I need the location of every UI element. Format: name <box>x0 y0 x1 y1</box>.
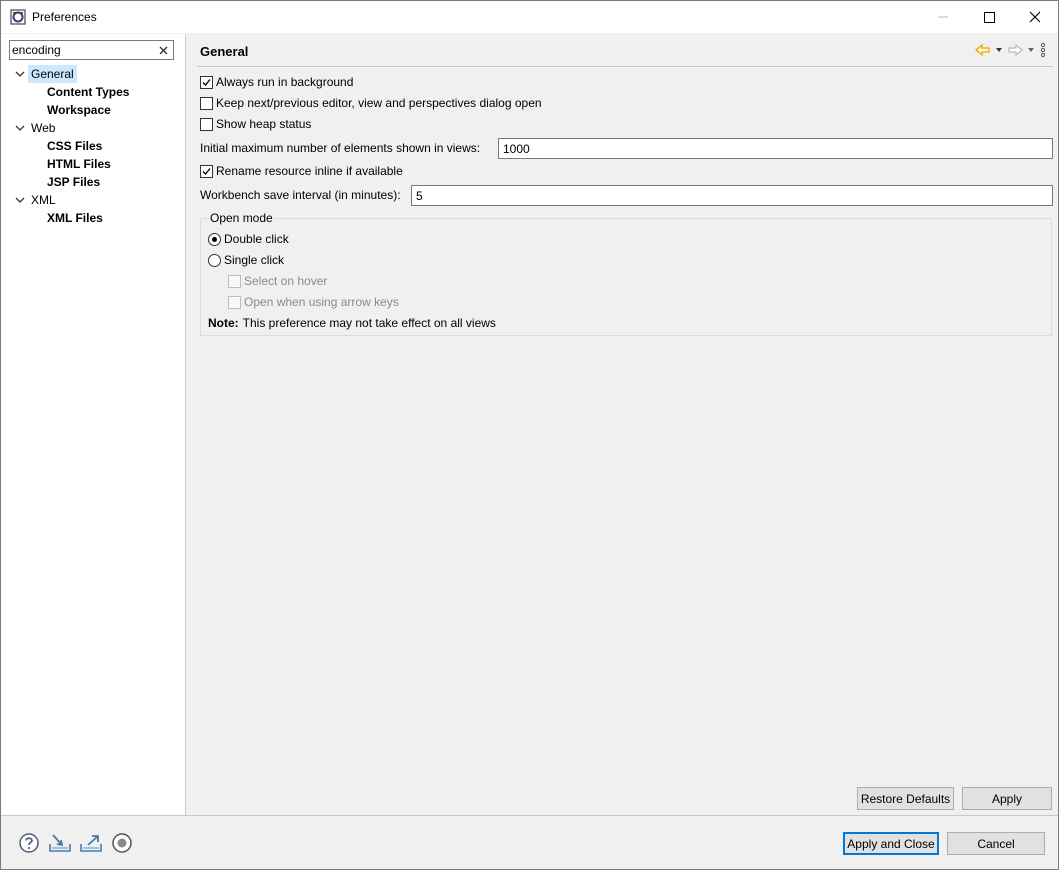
cancel-button[interactable]: Cancel <box>947 832 1045 855</box>
record-icon[interactable] <box>110 831 134 855</box>
minimize-icon <box>938 16 948 18</box>
close-icon <box>1029 11 1041 23</box>
page-title: General <box>200 44 249 59</box>
keep-editor-dialog-checkbox[interactable] <box>200 96 213 110</box>
apply-and-close-button[interactable]: Apply and Close <box>843 832 939 855</box>
max-elements-label: Initial maximum number of elements shown… <box>200 141 481 155</box>
tree-label: XML Files <box>47 211 103 225</box>
filter-box <box>9 40 174 60</box>
export-icon[interactable] <box>79 831 103 855</box>
note-text: This preference may not take effect on a… <box>242 316 496 330</box>
open-mode-title: Open mode <box>209 211 274 225</box>
option-label: Rename resource inline if available <box>216 164 403 178</box>
preferences-window: Preferences General Content Types Worksp… <box>0 0 1059 870</box>
open-arrow-keys-checkbox <box>228 295 241 309</box>
chevron-down-icon[interactable] <box>14 68 26 80</box>
preferences-sidebar: General Content Types Workspace Web CSS … <box>1 34 186 815</box>
close-button[interactable] <box>1012 1 1058 33</box>
open-arrow-keys-option: Open when using arrow keys <box>228 293 399 311</box>
select-on-hover-option: Select on hover <box>228 272 327 290</box>
filter-input[interactable] <box>12 42 152 58</box>
restore-defaults-button[interactable]: Restore Defaults <box>857 787 954 810</box>
save-interval-field-box <box>411 185 1053 206</box>
save-interval-input[interactable] <box>412 186 1052 205</box>
footer-separator <box>1 815 1058 816</box>
open-mode-note: Note: This preference may not take effec… <box>208 314 496 332</box>
back-arrow-icon[interactable] <box>974 42 992 58</box>
eclipse-app-icon <box>10 9 26 25</box>
forward-arrow-icon[interactable] <box>1006 42 1024 58</box>
tree-label: JSP Files <box>47 175 101 189</box>
open-mode-group: Open mode Double click Single click Sele… <box>200 211 1052 336</box>
tree-label: Workspace <box>47 103 111 117</box>
tree-label: CSS Files <box>47 139 103 153</box>
apply-button[interactable]: Apply <box>962 787 1052 810</box>
maximize-icon <box>983 11 995 23</box>
option-label: Select on hover <box>244 274 328 288</box>
max-elements-field-box <box>498 138 1053 159</box>
chevron-down-icon[interactable] <box>14 194 26 206</box>
tree-label: XML <box>31 193 56 207</box>
note-prefix: Note: <box>208 316 239 330</box>
checkmark-icon <box>202 167 211 175</box>
checkmark-icon <box>202 78 211 86</box>
clear-icon <box>159 46 167 54</box>
window-title: Preferences <box>32 10 97 24</box>
option-label: Single click <box>224 253 285 267</box>
back-dropdown-icon[interactable] <box>994 42 1004 58</box>
radio-selected-dot <box>212 236 217 242</box>
help-icon[interactable] <box>17 831 41 855</box>
import-icon[interactable] <box>48 831 72 855</box>
tree-label: Web <box>31 121 56 135</box>
show-heap-status-option[interactable]: Show heap status <box>200 115 311 133</box>
preference-page: General Always run in background Keep ne… <box>187 34 1058 815</box>
chevron-down-icon[interactable] <box>14 122 26 134</box>
forward-dropdown-icon[interactable] <box>1026 42 1036 58</box>
double-click-radio[interactable] <box>208 232 221 246</box>
always-run-background-option[interactable]: Always run in background <box>200 73 353 91</box>
option-label: Open when using arrow keys <box>244 295 399 309</box>
view-menu-icon[interactable] <box>1038 42 1048 58</box>
option-label: Double click <box>224 232 289 246</box>
max-elements-input[interactable] <box>499 139 1052 158</box>
tree-label: HTML Files <box>47 157 111 171</box>
tree-label: General <box>28 65 77 83</box>
save-interval-label: Workbench save interval (in minutes): <box>200 188 401 202</box>
always-run-background-checkbox[interactable] <box>200 75 213 89</box>
show-heap-status-checkbox[interactable] <box>200 117 213 131</box>
single-click-option[interactable]: Single click <box>208 251 284 269</box>
title-separator <box>197 66 1053 67</box>
option-label: Keep next/previous editor, view and pers… <box>216 96 542 110</box>
page-nav-toolbar <box>974 42 1048 58</box>
minimize-button[interactable] <box>920 1 966 33</box>
clear-filter-button[interactable] <box>156 42 170 58</box>
keep-editor-dialog-option[interactable]: Keep next/previous editor, view and pers… <box>200 94 542 112</box>
option-label: Always run in background <box>216 75 354 89</box>
select-on-hover-checkbox <box>228 274 241 288</box>
maximize-button[interactable] <box>966 1 1012 33</box>
option-label: Show heap status <box>216 117 312 131</box>
rename-inline-checkbox[interactable] <box>200 164 213 178</box>
rename-inline-option[interactable]: Rename resource inline if available <box>200 162 403 180</box>
tree-label: Content Types <box>47 85 130 99</box>
title-bar: Preferences <box>1 1 1058 33</box>
single-click-radio[interactable] <box>208 253 221 267</box>
double-click-option[interactable]: Double click <box>208 230 289 248</box>
